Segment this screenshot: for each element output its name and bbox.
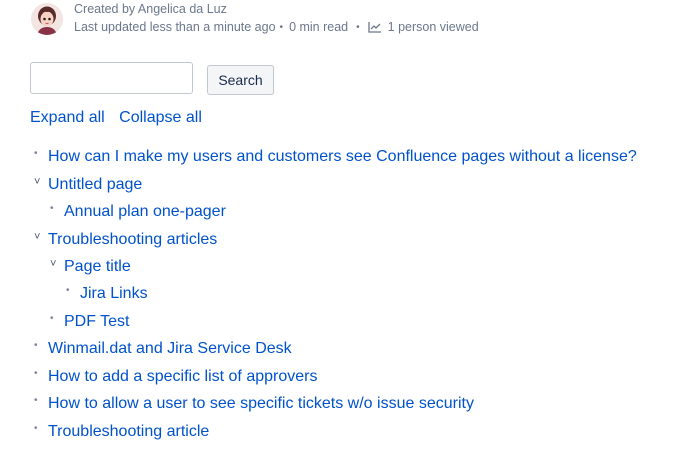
tree-item-link[interactable]: PDF Test	[64, 313, 130, 331]
collapse-all-link[interactable]: Collapse all	[119, 109, 202, 126]
tree-item-link[interactable]: Troubleshooting article	[48, 423, 209, 441]
bullet-icon: •	[50, 202, 54, 214]
tree-item: • How can I make my users and customers …	[34, 146, 637, 168]
bullet-icon: •	[66, 284, 70, 296]
tree-item: • Annual plan one-pager	[50, 201, 226, 223]
tree-item-link[interactable]: Troubleshooting articles	[48, 231, 217, 249]
tree-item: • Winmail.dat and Jira Service Desk	[34, 338, 292, 360]
tree-item-link[interactable]: Page title	[64, 258, 131, 276]
avatar-illustration	[31, 3, 63, 35]
expand-all-link[interactable]: Expand all	[30, 109, 105, 126]
byline-author: Created by Angelica da Luz	[74, 2, 227, 16]
chevron-down-icon[interactable]: ˅	[34, 231, 48, 243]
chevron-down-icon[interactable]: ˅	[34, 176, 48, 188]
tree-item: ˅ Troubleshooting articles	[34, 229, 217, 251]
tree-item-link[interactable]: Winmail.dat and Jira Service Desk	[48, 340, 292, 358]
tree-toggle-links: Expand all Collapse all	[30, 109, 212, 127]
tree-search-input[interactable]	[30, 62, 193, 94]
bullet-icon: •	[34, 367, 38, 379]
tree-item: ˅ Page title	[50, 256, 131, 278]
author-avatar[interactable]	[31, 3, 63, 35]
page-tree-page: Created by Angelica da Luz Last updated …	[0, 0, 686, 466]
tree-item: • How to allow a user to see specific ti…	[34, 393, 474, 415]
tree-item: • How to add a specific list of approver…	[34, 366, 317, 388]
separator-dot: •	[279, 21, 284, 33]
tree-item: • PDF Test	[50, 311, 130, 333]
read-time-text: 0 min read	[289, 20, 349, 34]
byline-meta: Last updated less than a minute ago • 0 …	[74, 20, 479, 34]
tree-item: ˅ Untitled page	[34, 174, 142, 196]
bullet-icon: •	[34, 339, 38, 351]
last-updated-text: Last updated less than a minute ago	[74, 20, 276, 34]
bullet-icon: •	[34, 422, 38, 434]
search-button[interactable]: Search	[207, 65, 274, 95]
analytics-chart-icon[interactable]	[367, 21, 382, 33]
tree-item-link[interactable]: How can I make my users and customers se…	[48, 148, 637, 166]
tree-item-link[interactable]: Annual plan one-pager	[64, 203, 226, 221]
bullet-icon: •	[34, 394, 38, 406]
tree-item-link[interactable]: How to allow a user to see specific tick…	[48, 395, 474, 413]
tree-item-link[interactable]: Jira Links	[80, 285, 148, 303]
bullet-icon: •	[50, 312, 54, 324]
bullet-icon: •	[34, 147, 38, 159]
separator-dot: •	[356, 21, 360, 33]
tree-item-link[interactable]: How to add a specific list of approvers	[48, 368, 317, 386]
page-views-text[interactable]: 1 person viewed	[388, 20, 479, 34]
tree-item: • Jira Links	[66, 283, 148, 305]
chevron-down-icon[interactable]: ˅	[50, 258, 64, 270]
tree-item-link[interactable]: Untitled page	[48, 176, 142, 194]
tree-item: • Troubleshooting article	[34, 421, 209, 443]
